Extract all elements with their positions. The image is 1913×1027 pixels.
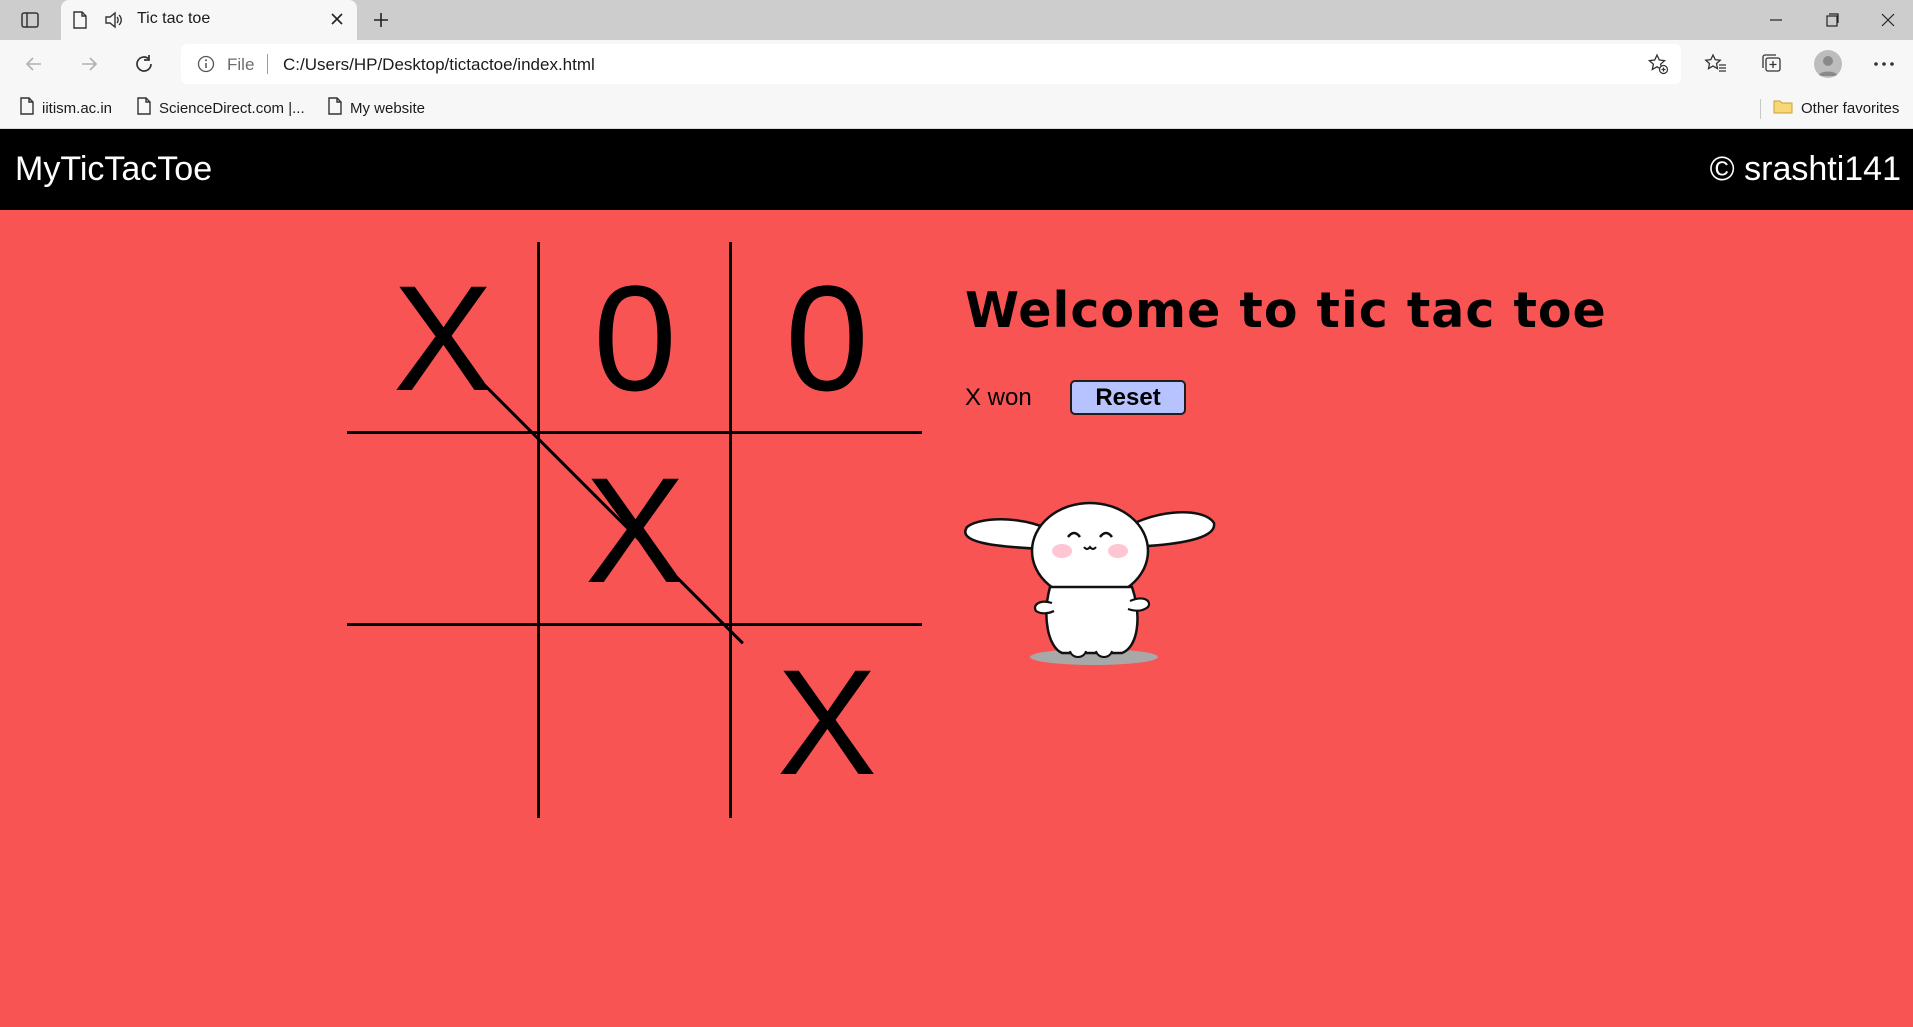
- grid-line: [537, 242, 540, 818]
- happy-bunny-image: [962, 487, 1217, 667]
- board-cell[interactable]: 0: [731, 242, 923, 434]
- new-tab-icon[interactable]: [367, 8, 395, 32]
- refresh-icon[interactable]: [130, 50, 158, 78]
- grid-line: [347, 431, 922, 434]
- site-navbar: MyTicTacToe © srashti141: [0, 129, 1913, 210]
- minimize-icon[interactable]: [1764, 9, 1788, 31]
- reset-button[interactable]: Reset: [1070, 380, 1186, 415]
- board-cell[interactable]: X: [539, 434, 731, 626]
- browser-toolbar: File C:/Users/HP/Desktop/tictactoe/index…: [0, 40, 1913, 87]
- board-cell[interactable]: X: [347, 242, 539, 434]
- board-cell[interactable]: [347, 626, 539, 818]
- board-cell[interactable]: X: [731, 626, 923, 818]
- info-panel: Welcome to tic tac toe X won Reset: [965, 282, 1607, 415]
- browser-tab[interactable]: Tic tac toe: [61, 0, 357, 40]
- collections-icon[interactable]: [1758, 50, 1786, 78]
- profile-avatar-icon[interactable]: [1814, 50, 1842, 78]
- bookmarks-divider: [1760, 99, 1761, 119]
- status-row: X won Reset: [965, 380, 1186, 415]
- page-icon: [73, 11, 87, 34]
- page-icon: [20, 97, 34, 119]
- board-cell[interactable]: [539, 626, 731, 818]
- game-board: X 0 0 X X: [347, 242, 922, 818]
- forward-icon[interactable]: [75, 50, 103, 78]
- favorites-icon[interactable]: [1702, 50, 1730, 78]
- game-status: X won: [965, 383, 1032, 411]
- bookmark-item[interactable]: iitism.ac.in: [20, 96, 112, 120]
- copyright-text: © srashti141: [1709, 150, 1901, 188]
- page-icon: [328, 97, 342, 119]
- board-cell[interactable]: 0: [539, 242, 731, 434]
- tab-strip: Tic tac toe: [0, 0, 1913, 40]
- window-close-icon[interactable]: [1876, 9, 1900, 31]
- tab-actions-icon[interactable]: [14, 7, 46, 33]
- page-icon: [137, 97, 151, 119]
- add-favorite-icon[interactable]: [1647, 53, 1669, 80]
- grid-line: [347, 623, 922, 626]
- more-options-icon[interactable]: [1870, 50, 1898, 78]
- site-brand[interactable]: MyTicTacToe: [15, 150, 212, 189]
- close-tab-icon[interactable]: [329, 11, 345, 32]
- bookmark-label: My website: [350, 99, 426, 117]
- address-separator: [267, 54, 268, 74]
- url-text[interactable]: C:/Users/HP/Desktop/tictactoe/index.html: [283, 55, 595, 75]
- other-favorites-label: Other favorites: [1801, 99, 1900, 117]
- other-favorites[interactable]: Other favorites: [1773, 96, 1899, 120]
- speaker-icon[interactable]: [103, 10, 123, 35]
- grid-line: [729, 242, 732, 818]
- restore-icon[interactable]: [1820, 9, 1844, 31]
- folder-icon: [1773, 98, 1793, 118]
- bookmark-label: ScienceDirect.com |...: [159, 99, 305, 117]
- bookmark-label: iitism.ac.in: [42, 99, 113, 117]
- info-icon[interactable]: [197, 55, 215, 78]
- bookmarks-bar: iitism.ac.in ScienceDirect.com |... My w…: [0, 87, 1913, 129]
- board-cell[interactable]: [731, 434, 923, 626]
- url-scheme: File: [227, 55, 255, 74]
- back-icon[interactable]: [20, 50, 48, 78]
- welcome-heading: Welcome to tic tac toe: [965, 282, 1607, 339]
- bookmark-item[interactable]: My website: [328, 96, 425, 120]
- bookmark-item[interactable]: ScienceDirect.com |...: [137, 96, 305, 120]
- tab-title: Tic tac toe: [137, 10, 211, 27]
- board-cell[interactable]: [347, 434, 539, 626]
- address-bar[interactable]: File C:/Users/HP/Desktop/tictactoe/index…: [181, 44, 1681, 84]
